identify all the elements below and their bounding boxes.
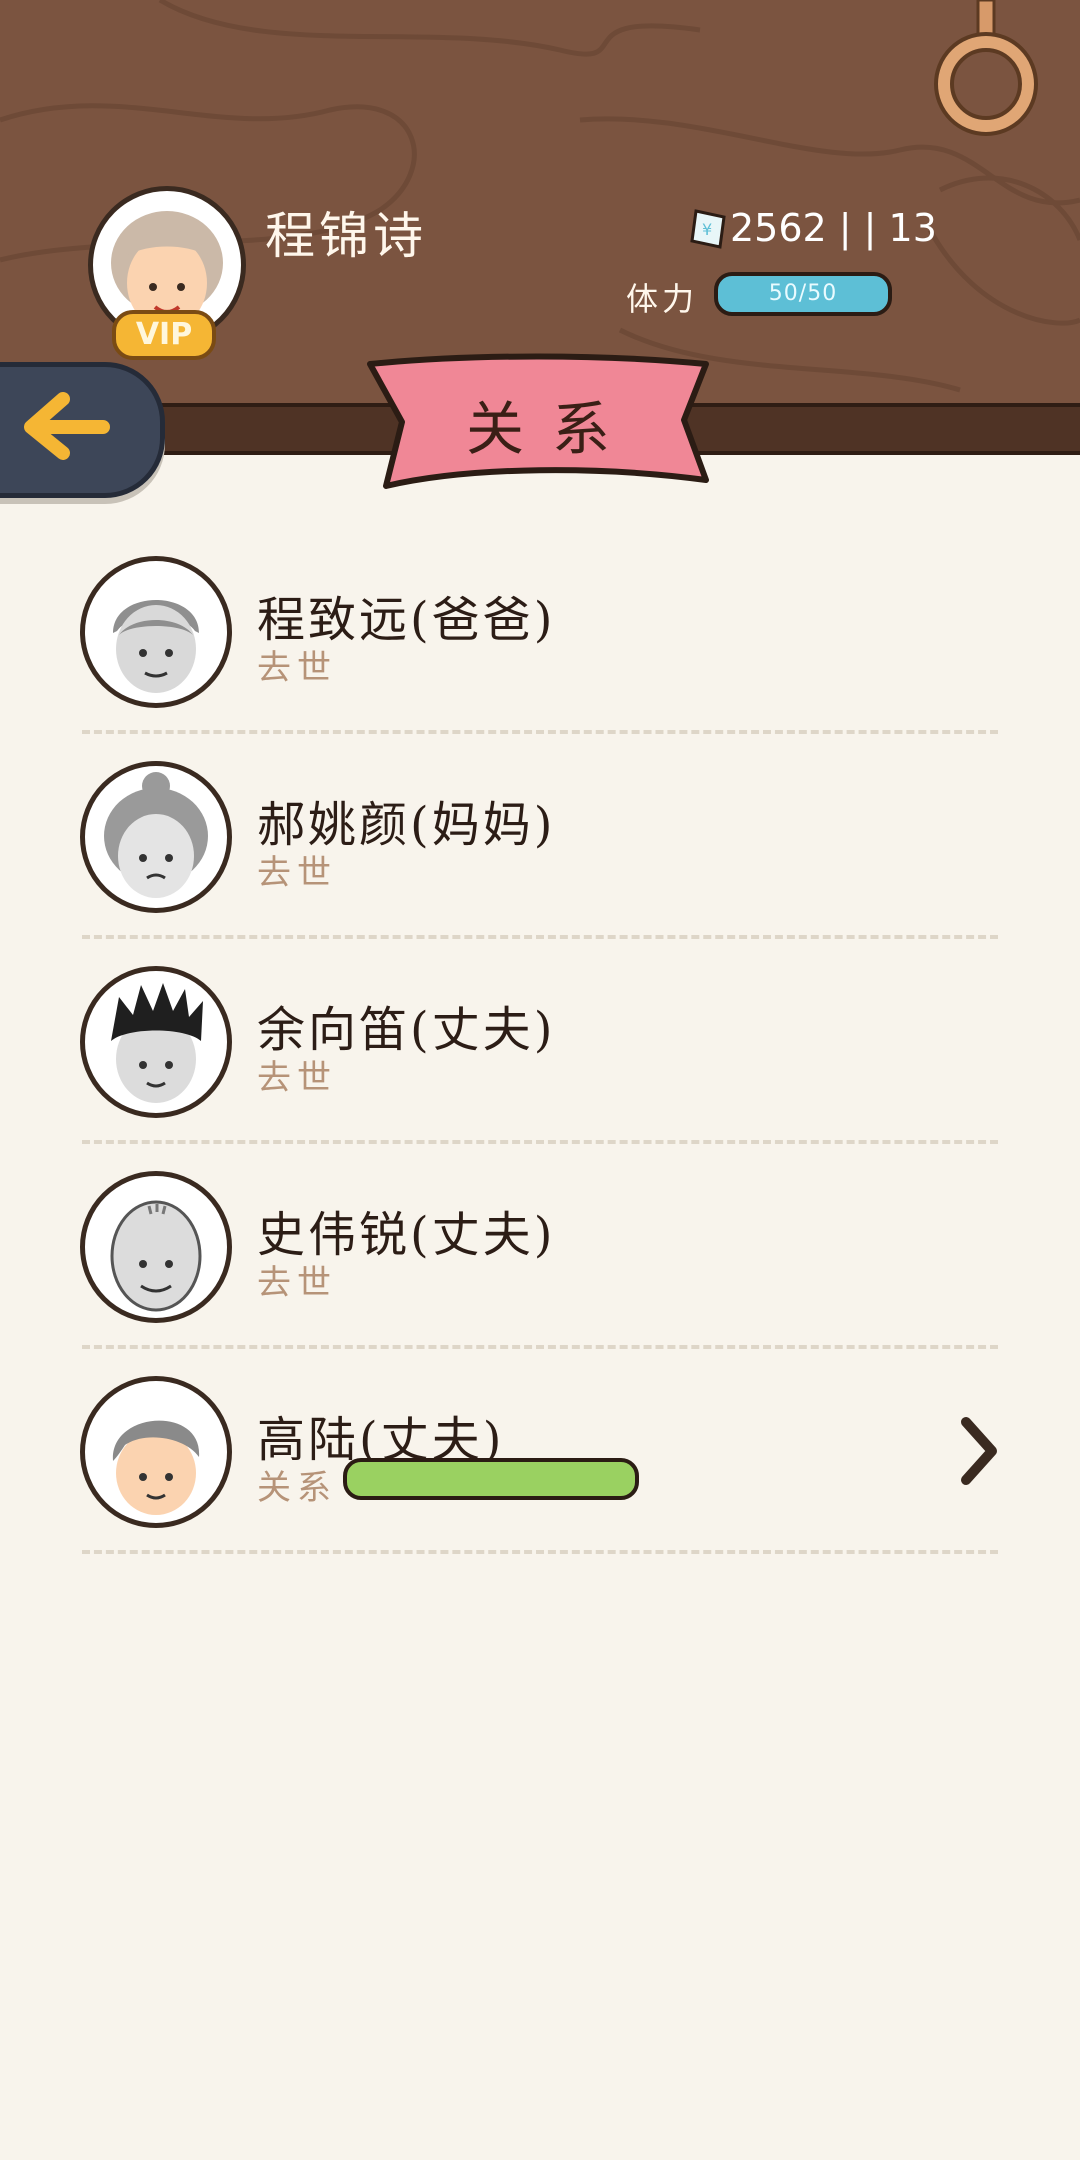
- svg-text:¥: ¥: [702, 220, 712, 239]
- row-divider: [82, 1550, 998, 1554]
- hanging-ring-icon[interactable]: [930, 0, 1050, 140]
- old-man-icon: [80, 556, 232, 708]
- money-note-icon: ¥: [690, 209, 726, 249]
- grey-hair-man-icon: [80, 1376, 232, 1528]
- stamina-bar: 50/50: [714, 272, 892, 316]
- chevron-right-icon[interactable]: [958, 1416, 1002, 1486]
- relation-status: 去世: [257, 648, 337, 688]
- row-divider: [82, 935, 998, 939]
- relation-status: 去世: [257, 1263, 337, 1303]
- relation-row[interactable]: 余向笛(丈夫) 去世: [0, 966, 1080, 1171]
- relation-status: 关系: [257, 1468, 337, 1508]
- page-title: 关系: [465, 395, 638, 463]
- back-button[interactable]: [0, 362, 165, 498]
- money-value: 2562 | | 13: [730, 206, 937, 250]
- back-arrow-icon: [24, 392, 110, 460]
- stamina-label: 体力: [626, 280, 699, 318]
- relation-row[interactable]: 郝姚颜(妈妈) 去世: [0, 761, 1080, 966]
- bald-old-man-icon: [80, 1171, 232, 1323]
- vip-badge: VIP: [112, 310, 216, 360]
- row-divider: [82, 730, 998, 734]
- relation-status: 去世: [257, 1058, 337, 1098]
- relation-status: 去世: [257, 853, 337, 893]
- row-divider: [82, 1345, 998, 1349]
- relation-row[interactable]: 史伟锐(丈夫) 去世: [0, 1171, 1080, 1376]
- old-woman-bun-icon: [80, 761, 232, 913]
- spiky-hair-man-icon: [80, 966, 232, 1118]
- relation-row[interactable]: 程致远(爸爸) 去世: [0, 556, 1080, 761]
- relation-row[interactable]: 高陆(丈夫) 关系: [0, 1376, 1080, 1581]
- relationship-bar: [343, 1458, 639, 1500]
- profile-name: 程锦诗: [265, 207, 427, 265]
- row-divider: [82, 1140, 998, 1144]
